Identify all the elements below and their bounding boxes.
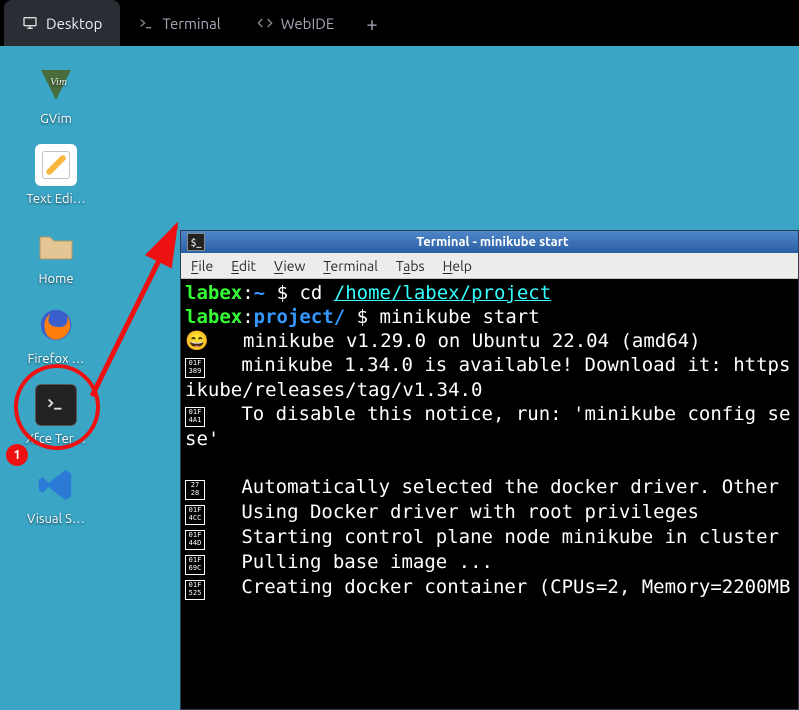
tab-terminal[interactable]: Terminal [120,0,238,46]
menu-edit[interactable]: Edit [231,258,256,274]
code-icon [257,15,273,31]
menu-tabs[interactable]: Tabs [396,258,425,274]
folder-icon [35,224,77,266]
gvim-icon: Vim [35,64,77,106]
desktop-area[interactable]: Vim GVim Text Edi… Home Firefox … Xfce T… [0,46,799,710]
monitor-icon [22,15,38,31]
tab-label: Desktop [46,15,102,32]
window-icon: $_ [187,233,205,251]
desktop-icon-text-editor[interactable]: Text Edi… [16,144,96,206]
tab-webide[interactable]: WebIDE [239,0,353,46]
tab-label: Terminal [162,15,220,32]
new-tab-button[interactable]: + [352,0,391,46]
vm-tabbar: Desktop Terminal WebIDE + [0,0,799,46]
terminal-icon [35,384,77,426]
tab-label: WebIDE [281,15,335,32]
window-titlebar[interactable]: $_ Terminal - minikube start [181,231,798,253]
vscode-icon [35,464,77,506]
tab-desktop[interactable]: Desktop [4,0,120,46]
menu-terminal[interactable]: Terminal [323,258,378,274]
terminal-body[interactable]: labex:~ $ cd /home/labex/project labex:p… [181,279,798,709]
annotation-step-badge: 1 [6,444,28,466]
menu-file[interactable]: File [191,258,213,274]
text-editor-icon [35,144,77,186]
terminal-menubar: File Edit View Terminal Tabs Help [181,253,798,279]
desktop-icon-firefox[interactable]: Firefox … [16,304,96,366]
desktop-icon-xfce-terminal[interactable]: Xfce Ter… [16,384,96,446]
desktop-icon-label: Visual S… [16,512,96,526]
terminal-window: $_ Terminal - minikube start File Edit V… [180,230,799,710]
desktop-icon-label: Home [16,272,96,286]
desktop-icon-label: Firefox … [16,352,96,366]
desktop-icon-label: Text Edi… [16,192,96,206]
desktop-icon-home[interactable]: Home [16,224,96,286]
svg-text:Vim: Vim [50,76,67,88]
desktop-icon-label: GVim [16,112,96,126]
desktop-icon-gvim[interactable]: Vim GVim [16,64,96,126]
window-title: Terminal - minikube start [211,235,798,249]
menu-help[interactable]: Help [443,258,472,274]
firefox-icon [35,304,77,346]
desktop-icon-vscode[interactable]: Visual S… [16,464,96,526]
desktop-icon-label: Xfce Ter… [16,432,96,446]
annotation-arrow [84,206,194,406]
prompt-icon [138,15,154,31]
menu-view[interactable]: View [274,258,305,274]
